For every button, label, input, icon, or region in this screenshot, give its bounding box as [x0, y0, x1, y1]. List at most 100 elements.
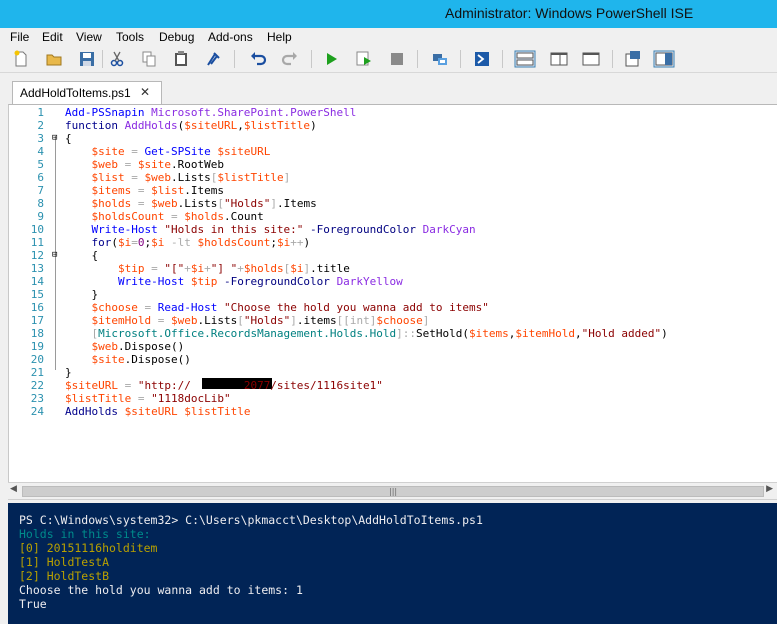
code-token: Get-SPSite — [144, 145, 218, 158]
collapse-icon[interactable]: ⊟ — [52, 249, 62, 262]
menu-debug[interactable]: Debug — [159, 30, 194, 44]
code-token: = — [131, 184, 152, 197]
code-token: Add-PSSnapin — [65, 106, 152, 119]
code-token: , — [574, 327, 582, 340]
code-token: DarkCyan — [422, 223, 476, 236]
layout-top-icon[interactable] — [514, 50, 536, 68]
redo-icon[interactable] — [281, 50, 299, 68]
code-token: ] — [290, 314, 297, 327]
save-icon[interactable] — [78, 50, 96, 68]
line-number: 3 — [37, 132, 44, 145]
code-token: ) — [310, 119, 317, 132]
code-token: = — [117, 379, 138, 392]
code-token: .Count — [223, 210, 264, 223]
show-commands-icon[interactable] — [624, 50, 642, 68]
run-icon[interactable] — [322, 50, 340, 68]
code-token: ] — [283, 171, 291, 184]
code-token: Write-Host — [65, 275, 191, 288]
code-text: [Microsoft.Office.RecordsManagement.Hold… — [65, 327, 668, 340]
code-token: $web — [65, 340, 118, 353]
code-text: } — [65, 288, 98, 301]
line-number: 8 — [37, 197, 44, 210]
code-token: $list — [151, 184, 185, 197]
close-icon[interactable]: ✕ — [140, 85, 150, 99]
code-text: AddHolds $siteURL $listTitle — [65, 405, 250, 418]
scroll-left-icon[interactable]: ◀ — [10, 484, 17, 494]
code-text: $list = $web.Lists[$listTitle] — [65, 171, 290, 184]
code-token: "1118docLib" — [151, 392, 231, 405]
stop-icon[interactable] — [388, 50, 406, 68]
undo-icon[interactable] — [249, 50, 267, 68]
toolbar — [0, 46, 777, 73]
remote-icon[interactable] — [431, 50, 449, 68]
code-token: $web — [144, 171, 171, 184]
menu-edit[interactable]: Edit — [42, 30, 63, 44]
code-token: ] — [270, 197, 277, 210]
code-token: $i — [117, 236, 132, 249]
code-token: = — [124, 145, 145, 158]
code-text: $holdsCount = $holds.Count — [65, 210, 264, 223]
menu-help[interactable]: Help — [267, 30, 292, 44]
line-number: 22 — [30, 379, 44, 392]
code-token: .Items — [276, 197, 317, 210]
code-text: } — [65, 366, 72, 379]
menu-view[interactable]: View — [76, 30, 102, 44]
code-token: $siteURL — [217, 145, 271, 158]
open-folder-icon[interactable] — [45, 50, 63, 68]
code-token: $i — [276, 236, 291, 249]
menu-tools[interactable]: Tools — [116, 30, 144, 44]
code-token: ++ — [290, 236, 304, 249]
code-token: $items — [469, 327, 509, 340]
collapse-icon[interactable]: ⊟ — [52, 132, 62, 145]
new-file-icon[interactable] — [12, 50, 30, 68]
code-token: -lt — [164, 236, 198, 249]
line-number: 16 — [30, 301, 44, 314]
code-text: $siteURL = "http:// 2077/sites/1116site1… — [65, 379, 383, 392]
line-number: 17 — [30, 314, 44, 327]
line-number: 15 — [30, 288, 44, 301]
menu-file[interactable]: File — [10, 30, 29, 44]
code-token: ) — [661, 327, 668, 340]
copy-icon[interactable] — [140, 50, 158, 68]
code-text: $site = Get-SPSite $siteURL — [65, 145, 270, 158]
menu-bar: File Edit View Tools Debug Add-ons Help — [0, 28, 777, 46]
line-number: 6 — [37, 171, 44, 184]
code-token: $siteURL — [184, 119, 238, 132]
code-token: $site — [65, 353, 125, 366]
code-token: .Items — [184, 184, 224, 197]
line-number: 9 — [37, 210, 44, 223]
scroll-thumb[interactable]: ||| — [22, 486, 764, 497]
menu-addons[interactable]: Add-ons — [208, 30, 253, 44]
code-token: Microsoft.Office.RecordsManagement.Holds… — [98, 327, 397, 340]
code-text: Write-Host "Holds in this site:" -Foregr… — [65, 223, 476, 236]
code-token: "] " — [210, 262, 238, 275]
script-editor[interactable]: 1 Add-PSSnapin Microsoft.SharePoint.Power… — [8, 104, 777, 483]
tab-addholdtoitems[interactable]: AddHoldToItems.ps1 ✕ — [12, 81, 162, 105]
code-token: [ — [217, 197, 224, 210]
code-text: Write-Host $tip -ForegroundColor DarkYel… — [65, 275, 403, 288]
code-token: "Hold added" — [581, 327, 662, 340]
scroll-right-icon[interactable]: ▶ — [766, 484, 773, 494]
code-token: } — [65, 288, 99, 301]
line-number: 14 — [30, 275, 44, 288]
code-text: $itemHold = $web.Lists["Holds"].items[[i… — [65, 314, 429, 327]
layout-right-icon[interactable] — [549, 50, 569, 68]
run-selection-icon[interactable] — [355, 50, 373, 68]
paste-icon[interactable] — [172, 50, 190, 68]
line-number: 11 — [30, 236, 44, 249]
clear-icon[interactable] — [205, 50, 223, 68]
powershell-icon[interactable] — [473, 50, 491, 68]
code-token: "Choose the hold you wanna add to items" — [223, 301, 489, 314]
code-token: "[" — [164, 262, 185, 275]
horizontal-scrollbar[interactable]: ◀ ||| ▶ — [8, 482, 777, 500]
console-pane[interactable]: PS C:\Windows\system32> C:\Users\pkmacct… — [8, 503, 777, 624]
toolbar-separator — [311, 50, 312, 68]
show-addon-icon[interactable] — [653, 50, 675, 68]
layout-max-icon[interactable] — [581, 50, 601, 68]
cut-icon[interactable] — [108, 50, 126, 68]
code-token: = — [137, 301, 158, 314]
line-number: 24 — [30, 405, 44, 418]
code-token: $siteURL — [124, 405, 185, 418]
code-token: $tip — [65, 262, 145, 275]
code-token: ; — [270, 236, 277, 249]
